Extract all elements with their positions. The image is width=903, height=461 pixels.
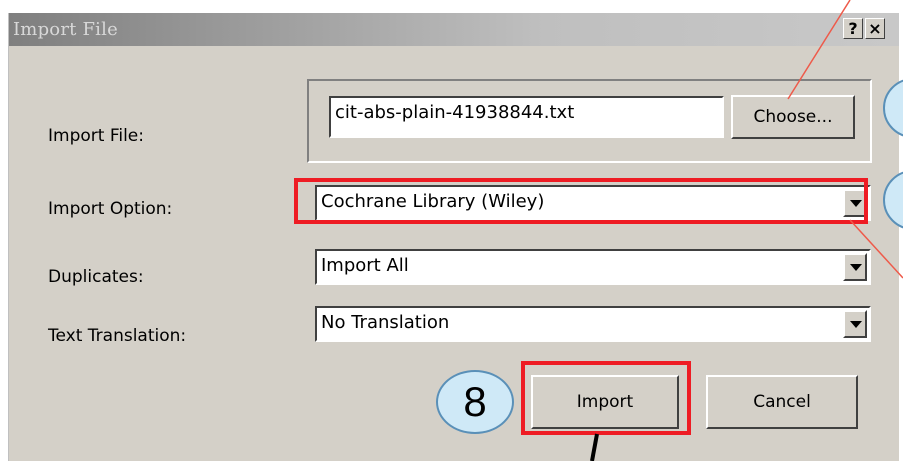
step-number-bubble: 8	[436, 370, 514, 434]
import-callout-line	[590, 433, 599, 461]
choose-callout-line	[787, 0, 851, 100]
import-option-callout-line	[849, 219, 903, 279]
